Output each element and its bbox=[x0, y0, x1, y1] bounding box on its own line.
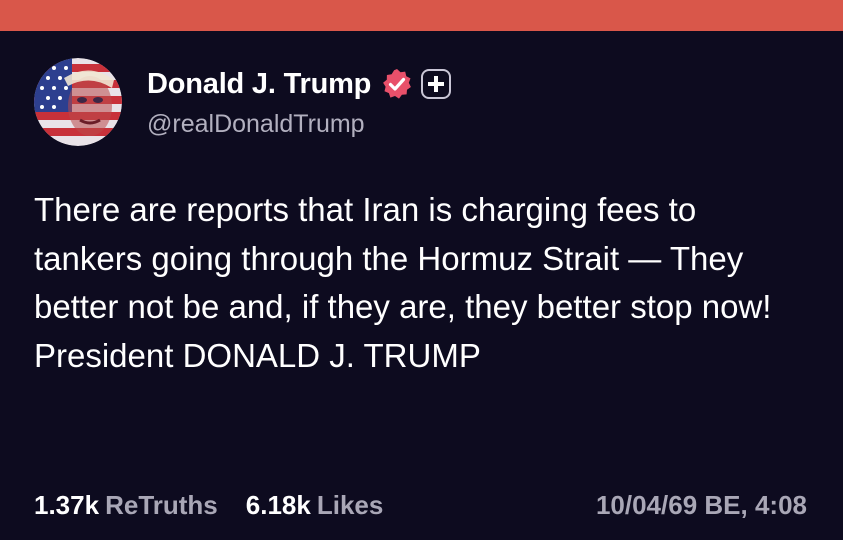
author-name-row: Donald J. Trump bbox=[147, 65, 452, 103]
author-avatar[interactable] bbox=[34, 58, 122, 146]
retruths-count[interactable]: 1.37k bbox=[34, 490, 99, 521]
post-timestamp: 10/04/69 BE, 4:08 bbox=[595, 490, 807, 520]
retruths-label[interactable]: ReTruths bbox=[105, 490, 218, 521]
avatar-image bbox=[34, 58, 122, 146]
likes-count[interactable]: 6.18k bbox=[246, 490, 311, 521]
post-stats: 1.37k ReTruths 6.18k Likes bbox=[34, 490, 383, 521]
author-name[interactable]: Donald J. Trump bbox=[147, 68, 371, 101]
likes-label[interactable]: Likes bbox=[317, 490, 384, 521]
plus-icon[interactable] bbox=[421, 69, 452, 99]
author-handle[interactable]: @realDonaldTrump bbox=[147, 110, 365, 139]
top-accent-bar bbox=[0, 0, 843, 31]
truth-post-card: Donald J. Trump @realDonaldTrump There a… bbox=[0, 31, 843, 540]
post-text: There are reports that Iran is charging … bbox=[34, 191, 772, 374]
verified-check-icon bbox=[381, 68, 413, 100]
